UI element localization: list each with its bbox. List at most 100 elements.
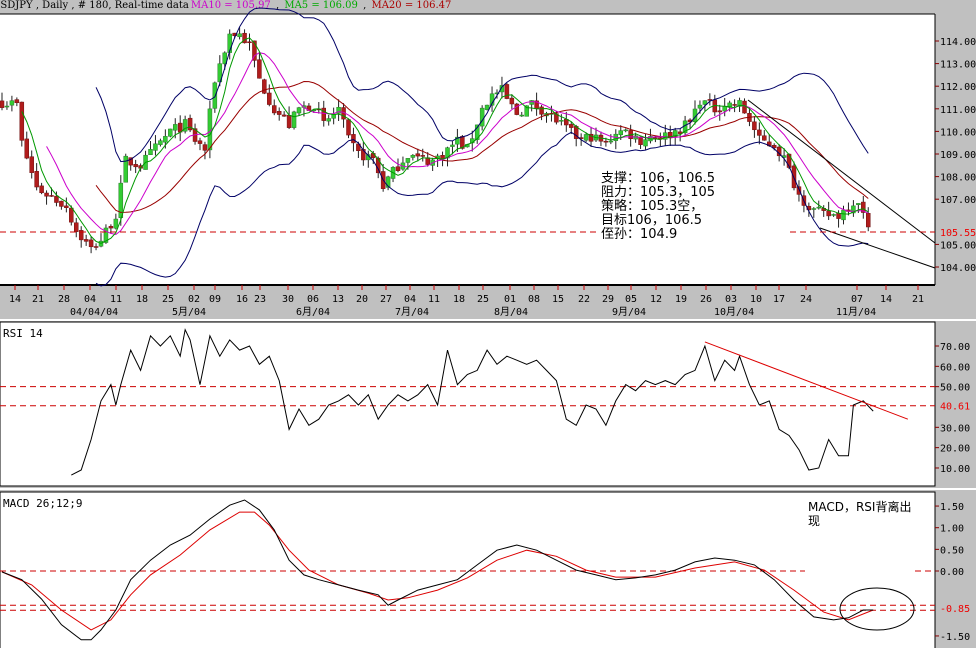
annotation-line: 策略：105.3空， bbox=[601, 199, 704, 214]
candle-body bbox=[296, 107, 302, 114]
candle-body bbox=[93, 246, 99, 248]
date-label: 23 bbox=[254, 294, 266, 305]
date-label: 26 bbox=[700, 294, 712, 305]
price-tick-label: 110.00 bbox=[940, 127, 976, 138]
candle-body bbox=[375, 157, 381, 174]
candle-body bbox=[509, 97, 515, 105]
candle-body bbox=[153, 143, 158, 151]
candle-body bbox=[841, 209, 846, 221]
rsi-tick-label: 70.00 bbox=[940, 342, 970, 353]
candle-body bbox=[866, 213, 871, 228]
date-label: 14 bbox=[880, 294, 892, 305]
candle-body bbox=[410, 154, 416, 158]
candle bbox=[504, 82, 510, 100]
date-label: 15 bbox=[552, 294, 564, 305]
price-tick-label: 108.00 bbox=[940, 173, 976, 184]
month-label: 11月/04 bbox=[836, 306, 876, 318]
candle-body bbox=[158, 140, 163, 145]
candle bbox=[168, 128, 173, 138]
date-label: 28 bbox=[58, 294, 70, 305]
candle-body bbox=[267, 92, 272, 105]
candle-body bbox=[569, 124, 574, 128]
candle-body bbox=[69, 207, 74, 223]
price-tick-label: 105.00 bbox=[940, 240, 976, 251]
month-label: 5月/04 bbox=[172, 306, 206, 318]
candle-body bbox=[742, 100, 747, 114]
date-label: 30 bbox=[282, 294, 294, 305]
annotation-line: 侄孙：104.9 bbox=[601, 227, 678, 242]
rsi-tick-label: 50.00 bbox=[940, 383, 970, 394]
date-label: 22 bbox=[578, 294, 590, 305]
macd-tick-label: 1.50 bbox=[940, 502, 964, 513]
candle-body bbox=[108, 226, 114, 229]
date-label: 11 bbox=[428, 294, 440, 305]
candle-body bbox=[74, 222, 79, 232]
date-label: 02 bbox=[188, 294, 200, 305]
date-label: 16 bbox=[236, 294, 248, 305]
candle-body bbox=[603, 140, 609, 143]
date-label: 13 bbox=[332, 294, 344, 305]
candle-body bbox=[450, 144, 455, 147]
candle-body bbox=[29, 156, 34, 173]
candle-body bbox=[420, 155, 425, 157]
candle-body bbox=[173, 124, 178, 131]
candle bbox=[19, 101, 25, 147]
candle bbox=[123, 153, 128, 183]
candle-body bbox=[272, 105, 277, 114]
annotation-line: 支撑：106，106.5 bbox=[601, 171, 716, 186]
chart-canvas[interactable]: 114.00113.00112.00111.00110.00109.00108.… bbox=[0, 0, 976, 648]
date-label: 21 bbox=[912, 294, 924, 305]
current-price-label: 105.55 bbox=[940, 228, 976, 239]
candle-body bbox=[836, 213, 841, 219]
candle-body bbox=[168, 128, 173, 137]
price-tick-label: 111.00 bbox=[940, 105, 976, 116]
date-label: 18 bbox=[453, 294, 465, 305]
candle-body bbox=[856, 203, 861, 205]
date-label: 17 bbox=[773, 294, 785, 305]
candle-body bbox=[163, 136, 168, 143]
date-label: 14 bbox=[9, 294, 21, 305]
candle-body bbox=[346, 119, 351, 136]
candle-body bbox=[831, 214, 836, 216]
candle-body bbox=[415, 153, 421, 157]
rsi-panel bbox=[0, 321, 936, 487]
candle-body bbox=[54, 195, 59, 203]
candle-body bbox=[559, 120, 564, 122]
candle-body bbox=[148, 149, 153, 155]
candle-body bbox=[88, 239, 94, 248]
date-label: 20 bbox=[356, 294, 368, 305]
macd-current-label: -0.85 bbox=[940, 604, 970, 615]
candle-body bbox=[762, 135, 767, 141]
candle-body bbox=[59, 200, 64, 207]
date-label: 29 bbox=[602, 294, 614, 305]
rsi-tick-label: 60.00 bbox=[940, 362, 970, 373]
candle-body bbox=[202, 144, 208, 151]
price-tick-label: 109.00 bbox=[940, 150, 976, 161]
candle-body bbox=[44, 192, 49, 197]
macd-tick-label: 0.50 bbox=[940, 545, 964, 556]
candle-body bbox=[608, 140, 614, 143]
candle-body bbox=[49, 195, 54, 197]
rsi-tick-label: 20.00 bbox=[940, 444, 970, 455]
candle-body bbox=[4, 105, 10, 108]
rsi-title: RSI 14 bbox=[3, 327, 43, 340]
price-tick-label: 112.00 bbox=[940, 82, 976, 93]
candle-body bbox=[276, 111, 282, 115]
candle-body bbox=[826, 210, 831, 217]
macd-tick-label: 1.00 bbox=[940, 524, 964, 535]
month-label: 6月/04 bbox=[296, 306, 330, 318]
candle-body bbox=[717, 110, 722, 113]
rsi-tick-label: 10.00 bbox=[940, 464, 970, 475]
rsi-current-label: 40.61 bbox=[940, 402, 970, 413]
date-label: 04 bbox=[84, 294, 96, 305]
candle-body bbox=[539, 106, 544, 115]
macd-tick-label: 0.00 bbox=[940, 567, 964, 578]
candle-body bbox=[0, 100, 5, 108]
candle bbox=[514, 102, 520, 116]
candle-body bbox=[618, 130, 623, 136]
candle-body bbox=[123, 155, 128, 183]
price-tick-label: 113.00 bbox=[940, 60, 976, 71]
date-label: 25 bbox=[162, 294, 174, 305]
month-label: 7月/04 bbox=[395, 306, 429, 318]
candle-body bbox=[395, 166, 401, 171]
